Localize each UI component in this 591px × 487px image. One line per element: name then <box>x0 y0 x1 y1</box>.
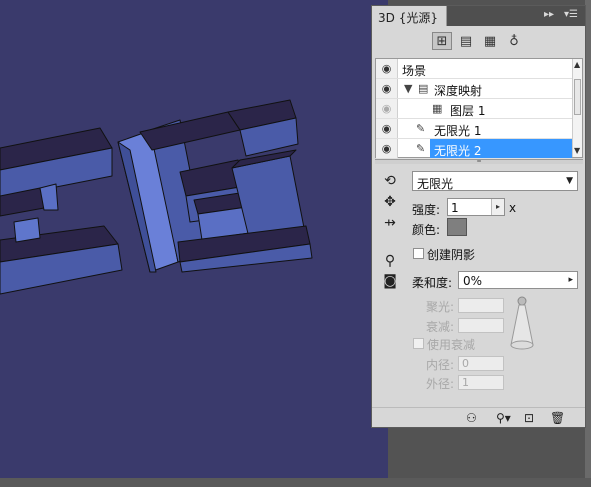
mesh-row[interactable]: ◉ ▼ ▤ 深度映射 <box>376 79 572 99</box>
light-type-dropdown[interactable]: 无限光 ▼ <box>412 171 578 191</box>
hotspot-label: 聚光: <box>426 300 455 314</box>
scene-tree: ◉ 场景 ◉ ▼ ▤ 深度映射 ◉ ▦ 图层 1 ◉ ✎ 无限光 1 ◉ ✎ 无… <box>375 58 583 159</box>
3d-text-render <box>0 99 313 295</box>
use-attenuation-label: 使用衰减 <box>427 338 476 352</box>
light-row-label: 无限光 1 <box>434 124 482 138</box>
infinite-light-icon: ✎ <box>416 122 426 135</box>
light-filter-icon: ♁ <box>509 33 519 49</box>
chevron-down-icon: ▼ <box>566 176 573 186</box>
panel-tab-label: 3D {光源} <box>378 11 438 25</box>
create-shadow-checkbox[interactable] <box>413 248 424 259</box>
falloff-label: 衰减: <box>426 320 455 334</box>
intensity-value: 1 <box>451 201 459 215</box>
document-horizontal-scrollbar[interactable] <box>0 478 591 487</box>
material-filter-button[interactable]: ▦ <box>480 32 500 50</box>
material-icon: ▦ <box>432 102 443 115</box>
softness-label: 柔和度: <box>412 276 453 290</box>
scene-row[interactable]: ◉ 场景 <box>376 59 572 79</box>
light-filter-button[interactable]: ♁ <box>504 32 524 50</box>
panel-bottom-toolbar: ⚇ ⚲▾ ⊡ 🗑 <box>372 407 585 427</box>
panel-tab-bar: 3D {光源} ▸▸ ▾☰ <box>372 6 585 26</box>
scroll-up-icon[interactable]: ▲ <box>574 60 580 69</box>
falloff-input <box>458 318 504 333</box>
spotlight-cone-icon <box>510 296 534 350</box>
inner-radius-value: 0 <box>462 357 469 370</box>
scroll-down-icon[interactable]: ▼ <box>574 146 580 155</box>
delete-icon[interactable]: 🗑 <box>550 411 565 425</box>
point-at-origin-icon[interactable]: ⚲ <box>378 250 402 272</box>
collapse-triangle-icon[interactable]: ▼ <box>404 82 412 95</box>
visibility-toggle[interactable]: ◉ <box>376 59 398 78</box>
intensity-stepper[interactable]: ▸ <box>491 199 504 215</box>
double-arrow-right-icon[interactable]: ▸▸ <box>544 9 554 20</box>
scrollbar-thumb[interactable] <box>574 79 581 115</box>
material-row[interactable]: ◉ ▦ 图层 1 <box>376 99 572 119</box>
slide-light-icon[interactable]: ⇸ <box>378 212 402 234</box>
eye-icon: ◉ <box>381 102 392 115</box>
toggle-overlays-icon[interactable]: ⚇ <box>466 411 477 425</box>
intensity-suffix: x <box>509 201 517 215</box>
material-filter-icon: ▦ <box>483 33 497 49</box>
light-row-label: 无限光 2 <box>434 144 482 158</box>
color-swatch[interactable] <box>447 218 467 236</box>
eye-icon: ◉ <box>381 82 392 95</box>
scene-tree-scrollbar[interactable]: ▲ ▼ <box>572 59 582 157</box>
panel-menu-icon[interactable]: ▾☰ <box>564 9 578 20</box>
panel-tab-3d-lights[interactable]: 3D {光源} <box>372 6 447 26</box>
light-row[interactable]: ◉ ✎ 无限光 1 <box>376 119 572 139</box>
chevron-right-icon[interactable]: ▸ <box>568 275 573 285</box>
use-attenuation-checkbox <box>413 338 424 349</box>
rotate-light-icon[interactable]: ⟲ <box>378 170 402 192</box>
visibility-toggle[interactable]: ◉ <box>376 99 398 118</box>
visibility-toggle[interactable]: ◉ <box>376 79 398 98</box>
infinite-light-icon: ✎ <box>416 142 426 155</box>
create-shadow-label: 创建阴影 <box>427 248 476 262</box>
softness-value: 0% <box>463 274 483 288</box>
outer-radius-label: 外径: <box>426 377 455 391</box>
eye-icon: ◉ <box>381 122 392 135</box>
light-row-selected[interactable]: ◉ ✎ 无限光 2 <box>376 139 572 159</box>
inner-radius-input: 0 <box>458 356 504 371</box>
intensity-input[interactable]: 1 ▸ <box>447 198 505 216</box>
intensity-label: 强度: <box>412 203 441 217</box>
outer-radius-input: 1 <box>458 375 504 390</box>
scene-filter-button[interactable]: ⊞ <box>432 32 452 50</box>
mesh-icon: ▤ <box>418 82 429 95</box>
mesh-row-label: 深度映射 <box>434 84 483 98</box>
material-row-label: 图层 1 <box>450 104 486 118</box>
scene-row-label: 场景 <box>402 64 427 78</box>
move-to-view-icon[interactable]: ◙ <box>378 270 402 292</box>
3d-lights-panel: 3D {光源} ▸▸ ▾☰ ⊞ ▤ ▦ ♁ ◉ 场景 ◉ ▼ ▤ 深度映射 ◉ <box>371 5 586 428</box>
scene-filter-icon: ⊞ <box>436 33 448 49</box>
new-item-icon[interactable]: ⊡ <box>524 411 534 425</box>
mesh-filter-icon: ▤ <box>459 33 473 49</box>
new-light-icon[interactable]: ⚲▾ <box>496 411 511 425</box>
mesh-filter-button[interactable]: ▤ <box>456 32 476 50</box>
softness-input[interactable]: 0% ▸ <box>458 271 578 289</box>
move-light-icon[interactable]: ✥ <box>378 191 402 213</box>
inner-radius-label: 内径: <box>426 358 455 372</box>
visibility-toggle[interactable]: ◉ <box>376 139 398 158</box>
panel-splitter[interactable]: ═ <box>375 159 583 165</box>
light-type-value: 无限光 <box>417 177 454 191</box>
visibility-toggle[interactable]: ◉ <box>376 119 398 138</box>
eye-icon: ◉ <box>381 142 392 155</box>
hotspot-input <box>458 298 504 313</box>
eye-icon: ◉ <box>381 62 392 75</box>
color-label: 颜色: <box>412 223 441 237</box>
document-canvas[interactable] <box>0 0 388 487</box>
outer-radius-value: 1 <box>462 376 469 389</box>
filter-toolbar: ⊞ ▤ ▦ ♁ <box>372 27 585 57</box>
